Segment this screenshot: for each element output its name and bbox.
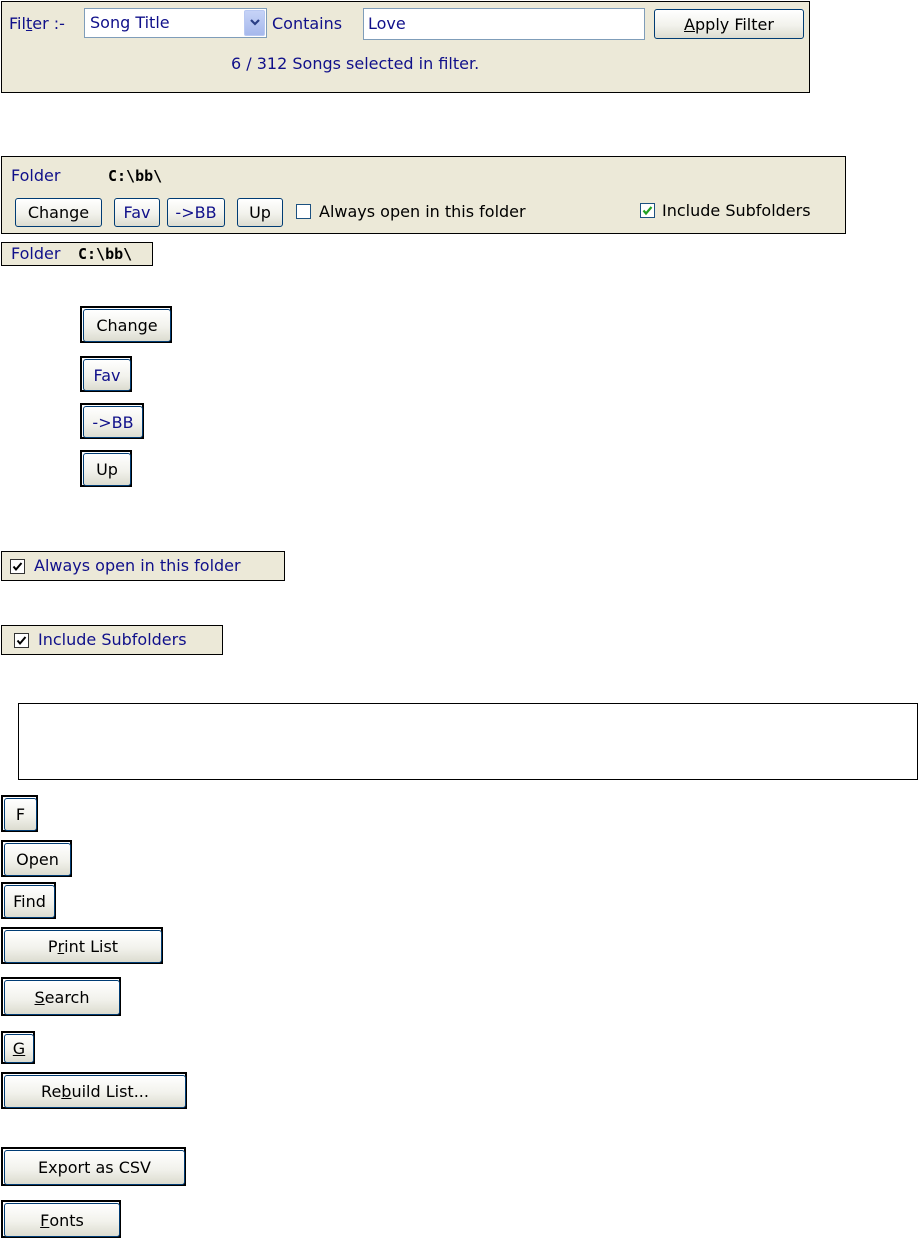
change-button-crop: Change: [80, 306, 172, 343]
filter-field-select[interactable]: Song Title: [84, 8, 267, 38]
include-subfolders-checkbox-checked[interactable]: [14, 633, 29, 648]
filter-value-input[interactable]: Love: [363, 8, 645, 40]
filter-panel: Filter :- Song Title Contains Love Apply…: [1, 1, 810, 93]
checkmark-icon: [642, 206, 653, 216]
always-open-checkbox[interactable]: [296, 204, 311, 219]
include-subfolders-label: Include Subfolders: [662, 201, 811, 220]
folder-panel: Folder C:\bb\ Change Fav ->BB Up Always …: [1, 156, 846, 234]
folder-small-crop: Folder C:\bb\: [1, 242, 153, 266]
filter-status-text: 6 / 312 Songs selected in filter.: [231, 54, 480, 73]
rebuild-list-button-crop: Re b uild List...: [1, 1072, 187, 1109]
up-button[interactable]: Up: [83, 453, 131, 486]
print-list-button[interactable]: Pr int List: [4, 930, 162, 963]
open-button-crop: Open: [1, 840, 72, 877]
folder-small-label: Folder: [11, 244, 61, 263]
folder-path: C:\bb\: [108, 167, 163, 185]
change-folder-button[interactable]: Change: [15, 198, 102, 227]
include-subfolders-checkbox[interactable]: [640, 203, 655, 218]
up-folder-button[interactable]: Up: [237, 198, 283, 227]
include-subfolders-crop: Include Subfolders: [1, 625, 223, 655]
rebuild-list-button[interactable]: Re b uild List...: [4, 1075, 186, 1108]
always-open-crop-label: Always open in this folder: [34, 556, 241, 575]
contains-label: Contains: [272, 14, 343, 33]
always-open-label: Always open in this folder: [319, 202, 526, 221]
fav-button[interactable]: Fav: [83, 359, 131, 391]
to-bb-button[interactable]: ->BB: [83, 406, 143, 438]
checkmark-icon: [16, 636, 27, 646]
checkmark-icon: [12, 562, 23, 572]
up-button-crop: Up: [80, 450, 132, 487]
always-open-crop: Always open in this folder: [1, 551, 285, 581]
open-button[interactable]: Open: [4, 843, 71, 876]
export-csv-button[interactable]: Export as CSV: [4, 1150, 185, 1185]
to-bb-folder-button[interactable]: ->BB: [167, 198, 225, 227]
fonts-button-crop: Fonts: [1, 1200, 121, 1238]
print-list-button-crop: Pr int List: [1, 927, 163, 964]
favorites-button[interactable]: Fav: [114, 198, 160, 227]
empty-note-box: [18, 703, 918, 780]
g-button-crop: G: [1, 1031, 35, 1064]
f-button[interactable]: F: [4, 798, 37, 831]
folder-small-path: C:\bb\: [78, 245, 133, 263]
chevron-down-icon[interactable]: [244, 10, 265, 36]
find-button[interactable]: Find: [4, 885, 55, 918]
filter-field-value: Song Title: [90, 13, 170, 32]
always-open-checkbox-checked[interactable]: [10, 559, 25, 574]
apply-filter-button[interactable]: Apply Filter: [654, 9, 804, 39]
f-button-crop: F: [1, 795, 38, 832]
folder-label: Folder: [11, 166, 61, 185]
include-subfolders-crop-label: Include Subfolders: [38, 630, 187, 649]
search-button-crop: Search: [1, 977, 121, 1016]
filter-label: Filter :-: [9, 14, 65, 33]
find-button-crop: Find: [1, 882, 56, 919]
fonts-button[interactable]: Fonts: [4, 1203, 120, 1237]
to-bb-button-crop: ->BB: [80, 403, 144, 439]
export-csv-button-crop: Export as CSV: [1, 1147, 186, 1186]
g-button[interactable]: G: [4, 1034, 34, 1063]
change-button[interactable]: Change: [83, 309, 171, 342]
search-button[interactable]: Search: [4, 980, 120, 1015]
fav-button-crop: Fav: [80, 356, 132, 392]
